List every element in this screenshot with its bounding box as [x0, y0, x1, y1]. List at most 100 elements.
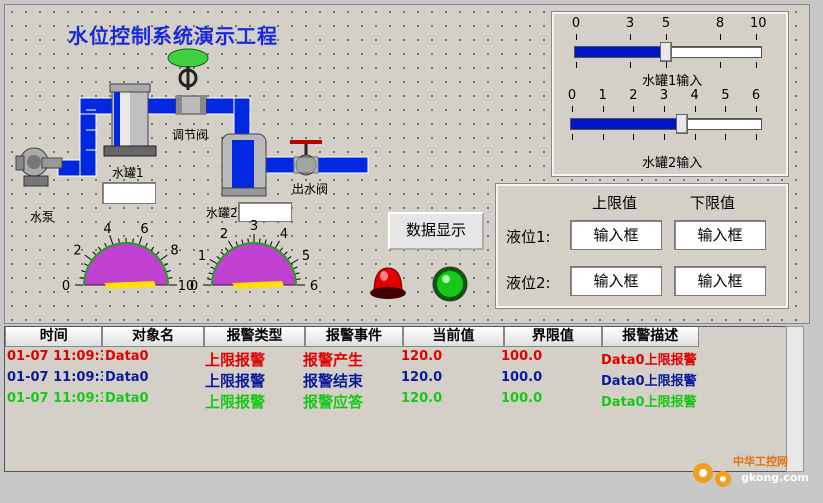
alarm-cell-time: 01-07 11:09:32: [7, 370, 103, 385]
alarm-cell-type: 上限报警: [205, 372, 266, 390]
slider-tick: [720, 62, 721, 68]
slider-tick: [725, 106, 727, 112]
valve-label: 调节阀: [172, 128, 209, 142]
alarm-cell-event: 报警应答: [303, 393, 364, 411]
watermark-brand: 中华工控网: [733, 455, 788, 468]
outlet-valve: [290, 140, 322, 176]
alarm-cell-event: 报警产生: [303, 351, 364, 369]
col-current-value[interactable]: 当前值: [402, 327, 505, 347]
slider-tick-label: 10: [750, 16, 767, 31]
level2-lower-input[interactable]: 输入框: [674, 266, 766, 296]
alarm-cell-object: Data0: [105, 370, 149, 385]
slider-tick-label: 5: [721, 88, 730, 103]
gauge-tick: [216, 255, 221, 260]
slider-tick: [756, 134, 757, 140]
slider-tick: [602, 106, 604, 112]
alarm-table[interactable]: 时间 对象名 报警类型 报警事件 当前值 界限值 报警描述 01-07 11:0…: [4, 326, 788, 472]
pump-label: 水泵: [30, 210, 55, 224]
slider-tick-label: 3: [625, 16, 635, 31]
pump: [15, 147, 63, 187]
gauge-tick: [166, 270, 171, 273]
slider-tick: [694, 134, 696, 140]
gauge-tick: [168, 277, 173, 279]
alarm-row[interactable]: 01-07 11:09:32Data0上限报警报警产生120.0100.0Dat…: [5, 349, 699, 369]
level1-upper-input[interactable]: 输入框: [570, 220, 662, 250]
gauge-dial: [83, 242, 169, 286]
slider2-label: 水罐2输入: [642, 156, 703, 171]
slider-tick-label: 4: [690, 88, 699, 103]
gauge-tick: [92, 251, 96, 255]
gauge-tick-label: 2: [220, 227, 228, 242]
alarm-row[interactable]: 01-07 11:09:32Data0上限报警报警应答120.0100.0Dat…: [5, 391, 699, 411]
slider-tick-label: 8: [715, 16, 725, 31]
gauge-tick: [79, 277, 84, 279]
upper-limit-header: 上限值: [592, 194, 638, 212]
slider-tank2[interactable]: 0 1 2 3 4 5 6: [564, 88, 768, 156]
gauge-tick: [109, 236, 114, 245]
level1-lower-input[interactable]: 输入框: [674, 220, 766, 250]
gauge-tick: [145, 242, 148, 247]
slider-tick: [576, 62, 577, 68]
data-display-button[interactable]: 数据显示: [388, 212, 484, 250]
slider-tick: [666, 62, 667, 68]
gauge-tick: [295, 272, 300, 275]
col-limit-value[interactable]: 界限值: [504, 327, 602, 347]
alarm-cell-time: 01-07 11:09:32: [7, 349, 103, 364]
gauge-tick: [264, 239, 267, 244]
gauge-tick: [207, 278, 212, 280]
alarm-row[interactable]: 01-07 11:09:32Data0上限报警报警结束120.0100.0Dat…: [5, 370, 699, 390]
gauge-tick-label: 8: [170, 244, 178, 259]
slider-tick: [602, 134, 604, 140]
gauge-2: 012 3 456: [190, 219, 318, 294]
slider-thumb[interactable]: [660, 42, 672, 62]
slider-tick: [756, 106, 757, 112]
alarm-cell-limit: 100.0: [501, 370, 543, 385]
green-status-light-icon: [432, 266, 468, 302]
gauge-tick: [228, 240, 233, 249]
gauge-tick: [290, 259, 299, 264]
gauge-tick: [284, 251, 288, 255]
col-alarm-event[interactable]: 报警事件: [305, 327, 403, 347]
gauge-tick: [287, 255, 292, 260]
tank1: [103, 83, 157, 157]
alarm-cell-event: 报警结束: [303, 372, 364, 390]
gauge-tick-label: 4: [103, 222, 111, 237]
slider-tick: [694, 106, 696, 112]
gauge-tick: [224, 247, 229, 252]
col-object[interactable]: 对象名: [102, 327, 204, 347]
level2-upper-input[interactable]: 输入框: [570, 266, 662, 296]
slider-tick: [756, 34, 757, 40]
gauge-tick: [138, 236, 143, 245]
gauge-tick: [220, 251, 224, 255]
alarm-cell-current: 120.0: [401, 391, 443, 406]
col-time[interactable]: 时间: [5, 327, 103, 347]
gauge-tick: [210, 266, 215, 270]
tank1-label: 水罐1: [112, 166, 144, 180]
slider-tick: [725, 134, 727, 140]
gauge-tick: [247, 238, 249, 243]
pipe-segment: [147, 97, 177, 115]
slider-tick: [664, 134, 665, 140]
col-alarm-type[interactable]: 报警类型: [203, 327, 306, 347]
slider-tick-label: 3: [659, 88, 669, 103]
slider-tick-label: 6: [751, 88, 761, 103]
col-description[interactable]: 报警描述: [601, 327, 700, 347]
outlet-valve-label: 出水阀: [292, 182, 329, 196]
watermark-url: gkong.com: [741, 471, 809, 484]
slider-tick: [664, 106, 665, 112]
gauge-tick-label: 2: [73, 244, 81, 259]
gauge-tick-label: 6: [140, 222, 148, 237]
gauge-tick: [83, 263, 88, 266]
slider-thumb[interactable]: [676, 114, 689, 134]
alarm-cell-current: 120.0: [401, 349, 443, 364]
gauge-tick: [235, 241, 239, 246]
slider-tick: [633, 134, 635, 140]
pipe-segment: [79, 97, 115, 115]
pipe-segment: [317, 156, 369, 174]
gauge-tick: [156, 251, 160, 255]
slider-tick: [666, 34, 667, 40]
gauge-tick: [164, 263, 169, 266]
gauge-tick-label: 1: [198, 249, 206, 264]
gauge-tick-label: 0: [190, 279, 198, 294]
alarm-cell-object: Data0: [105, 349, 149, 364]
